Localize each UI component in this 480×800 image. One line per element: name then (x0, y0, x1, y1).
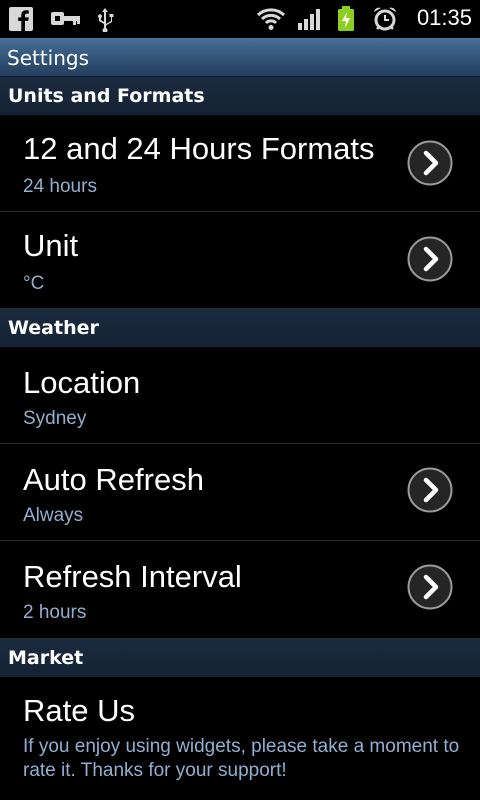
setting-value: 24 hours (23, 176, 97, 197)
setting-title: Refresh Interval (23, 559, 242, 594)
setting-title: Auto Refresh (23, 462, 204, 497)
setting-description: If you enjoy using widgets, please take … (23, 736, 460, 781)
setting-unit[interactable]: Unit °C (0, 212, 480, 309)
setting-hours-format[interactable]: 12 and 24 Hours Formats 24 hours (0, 115, 480, 212)
signal-icon (298, 9, 320, 30)
status-time: 01:35 (416, 5, 472, 30)
setting-title: Location (23, 365, 141, 400)
section-header-units: Units and Formats (0, 77, 480, 115)
page-title: Settings (7, 46, 90, 70)
chevron-right-icon (407, 140, 453, 186)
chevron-right-icon (407, 467, 453, 513)
setting-value: °C (23, 273, 45, 294)
setting-value: 2 hours (23, 602, 87, 623)
setting-rate-us[interactable]: Rate Us If you enjoy using widgets, plea… (0, 677, 480, 800)
setting-title: 12 and 24 Hours Formats (23, 131, 375, 166)
setting-value: Always (23, 505, 84, 526)
setting-auto-refresh[interactable]: Auto Refresh Always (0, 444, 480, 541)
setting-location[interactable]: Location Sydney (0, 347, 480, 444)
battery-charging-icon (338, 6, 354, 31)
facebook-icon (9, 7, 33, 32)
setting-refresh-interval[interactable]: Refresh Interval 2 hours (0, 541, 480, 639)
section-title: Market (8, 647, 84, 669)
setting-value: Sydney (23, 408, 87, 429)
status-bar: 01:35 (0, 0, 480, 38)
setting-title: Unit (23, 228, 79, 263)
section-header-market: Market (0, 639, 480, 677)
section-title: Weather (8, 317, 99, 339)
usb-icon (98, 8, 114, 32)
setting-title: Rate Us (23, 693, 135, 728)
title-bar: Settings (0, 38, 480, 77)
chevron-right-icon (407, 564, 453, 610)
chevron-right-icon (407, 236, 453, 282)
key-icon (51, 12, 80, 25)
wifi-icon (256, 8, 286, 30)
alarm-icon (374, 7, 396, 31)
section-header-weather: Weather (0, 309, 480, 347)
section-title: Units and Formats (8, 85, 205, 107)
